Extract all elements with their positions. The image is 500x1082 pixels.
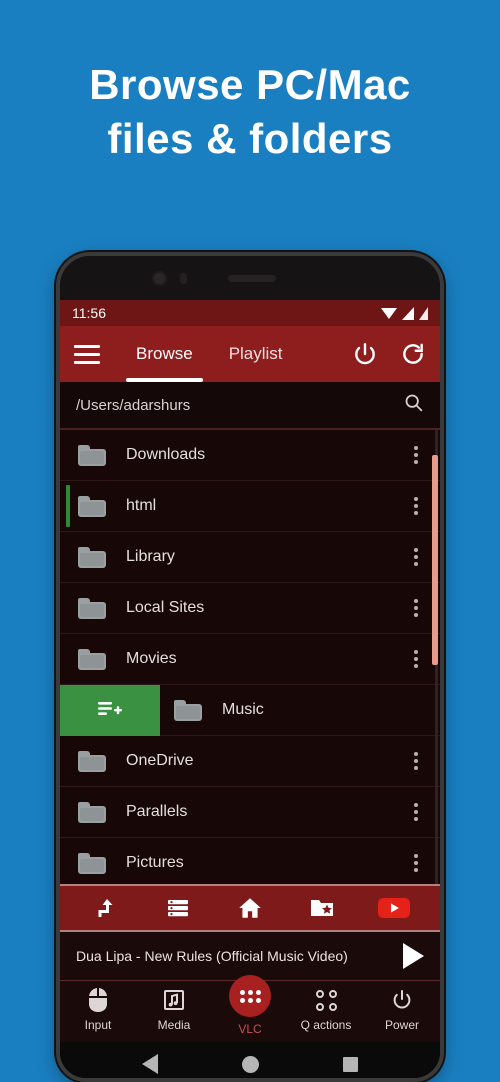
file-list-row[interactable]: OneDrive xyxy=(60,736,440,787)
headline-line-2: files & folders xyxy=(107,114,393,162)
nav-label-input: Input xyxy=(84,1018,112,1032)
file-list-row[interactable]: Library xyxy=(60,532,440,583)
quick-actions-icon xyxy=(315,987,337,1013)
file-list-row[interactable]: Local Sites xyxy=(60,583,440,634)
playlist-add-icon[interactable] xyxy=(60,684,160,736)
file-name: Movies xyxy=(126,650,177,667)
search-icon[interactable] xyxy=(403,392,424,418)
apps-grid-icon[interactable] xyxy=(229,975,271,1017)
signal-icon xyxy=(402,306,414,320)
more-vertical-icon[interactable] xyxy=(404,583,428,633)
battery-icon xyxy=(419,306,428,320)
more-vertical-icon[interactable] xyxy=(404,481,428,531)
now-playing-bar[interactable]: Dua Lipa - New Rules (Official Music Vid… xyxy=(60,932,440,980)
nav-item-q-actions[interactable]: Q actions xyxy=(288,987,364,1032)
list-view-icon[interactable] xyxy=(155,891,201,925)
file-name: Parallels xyxy=(126,803,188,820)
bottom-navigation: Input Media VLC Q actions Power xyxy=(60,975,440,1042)
page-title: Browse PC/Mac files & folders xyxy=(0,58,500,166)
up-level-icon[interactable] xyxy=(83,891,129,925)
now-playing-title: Dua Lipa - New Rules (Official Music Vid… xyxy=(76,948,348,964)
front-camera-icon xyxy=(152,271,167,286)
file-name: Local Sites xyxy=(126,599,205,616)
file-name: OneDrive xyxy=(126,752,194,769)
tab-bar: Browse Playlist xyxy=(118,326,352,382)
file-name: Music xyxy=(222,701,264,718)
youtube-play-icon[interactable] xyxy=(371,891,417,925)
proximity-sensor-icon xyxy=(180,273,187,284)
nav-item-media[interactable]: Media xyxy=(136,987,212,1032)
file-list-row[interactable]: Music xyxy=(60,684,440,736)
tab-playlist-label: Playlist xyxy=(228,344,283,363)
folder-icon xyxy=(174,699,202,721)
nav-label-power: Power xyxy=(384,1018,419,1032)
favorite-folder-icon[interactable] xyxy=(299,891,345,925)
nav-item-input[interactable]: Input xyxy=(60,987,136,1032)
recents-square-icon[interactable] xyxy=(343,1056,358,1072)
file-list: Downloads html Library Local Sites Movies Mus… xyxy=(60,430,440,884)
file-name: html xyxy=(126,497,157,514)
app-bar: Browse Playlist xyxy=(60,326,440,382)
tab-browse-label: Browse xyxy=(136,344,193,363)
play-icon[interactable] xyxy=(403,943,424,969)
folder-icon xyxy=(78,648,106,670)
more-vertical-icon[interactable] xyxy=(404,838,428,884)
more-vertical-icon[interactable] xyxy=(404,430,428,480)
nav-item-power[interactable]: Power xyxy=(364,987,440,1032)
android-navigation-bar xyxy=(60,1042,440,1078)
headline-line-1: Browse PC/Mac xyxy=(89,61,411,108)
scrollbar-track[interactable] xyxy=(432,430,438,884)
back-triangle-icon[interactable] xyxy=(142,1054,158,1074)
file-list-row[interactable]: Parallels xyxy=(60,787,440,838)
browse-toolbar xyxy=(60,884,440,932)
nav-label-vlc: VLC xyxy=(238,1022,262,1036)
mouse-icon xyxy=(88,987,108,1013)
file-name: Library xyxy=(126,548,175,565)
home-icon[interactable] xyxy=(227,891,273,925)
more-vertical-icon[interactable] xyxy=(404,736,428,786)
hamburger-menu-icon[interactable] xyxy=(74,344,100,364)
app-bar-actions xyxy=(352,341,426,367)
nav-item-vlc[interactable]: VLC xyxy=(212,975,288,1036)
tab-browse[interactable]: Browse xyxy=(118,326,211,382)
more-vertical-icon[interactable] xyxy=(404,787,428,837)
folder-icon xyxy=(78,801,106,823)
tab-playlist[interactable]: Playlist xyxy=(211,326,301,382)
folder-icon xyxy=(78,444,106,466)
phone-bezel-top xyxy=(60,256,440,300)
refresh-icon[interactable] xyxy=(400,341,426,367)
earpiece-speaker-icon xyxy=(228,275,276,282)
folder-icon xyxy=(78,852,106,874)
status-clock: 11:56 xyxy=(72,305,106,321)
power-icon xyxy=(390,987,414,1013)
more-vertical-icon[interactable] xyxy=(404,532,428,582)
file-name: Pictures xyxy=(126,854,184,871)
phone-screen: 11:56 Browse Playlist /Users/adarshurs D… xyxy=(60,300,440,1078)
more-vertical-icon[interactable] xyxy=(404,634,428,684)
nav-label-q-actions: Q actions xyxy=(300,1018,352,1032)
power-icon[interactable] xyxy=(352,341,378,367)
phone-mockup: 11:56 Browse Playlist /Users/adarshurs D… xyxy=(56,252,444,1082)
file-list-row[interactable]: html xyxy=(60,481,440,532)
media-note-icon xyxy=(162,987,186,1013)
file-list-row[interactable]: Pictures xyxy=(60,838,440,884)
folder-icon xyxy=(78,597,106,619)
folder-icon xyxy=(78,546,106,568)
scrollbar-thumb[interactable] xyxy=(432,455,438,665)
path-bar[interactable]: /Users/adarshurs xyxy=(60,382,440,430)
file-list-row[interactable]: Downloads xyxy=(60,430,440,481)
folder-icon xyxy=(78,750,106,772)
file-name: Downloads xyxy=(126,446,206,463)
home-circle-icon[interactable] xyxy=(242,1055,259,1073)
status-bar: 11:56 xyxy=(60,300,440,326)
wifi-icon xyxy=(381,307,397,319)
status-system-icons xyxy=(381,306,428,320)
selection-accent-bar xyxy=(66,485,70,527)
folder-icon xyxy=(78,495,106,517)
current-path: /Users/adarshurs xyxy=(76,396,191,414)
file-list-row[interactable]: Movies xyxy=(60,634,440,685)
nav-label-media: Media xyxy=(157,1018,191,1032)
